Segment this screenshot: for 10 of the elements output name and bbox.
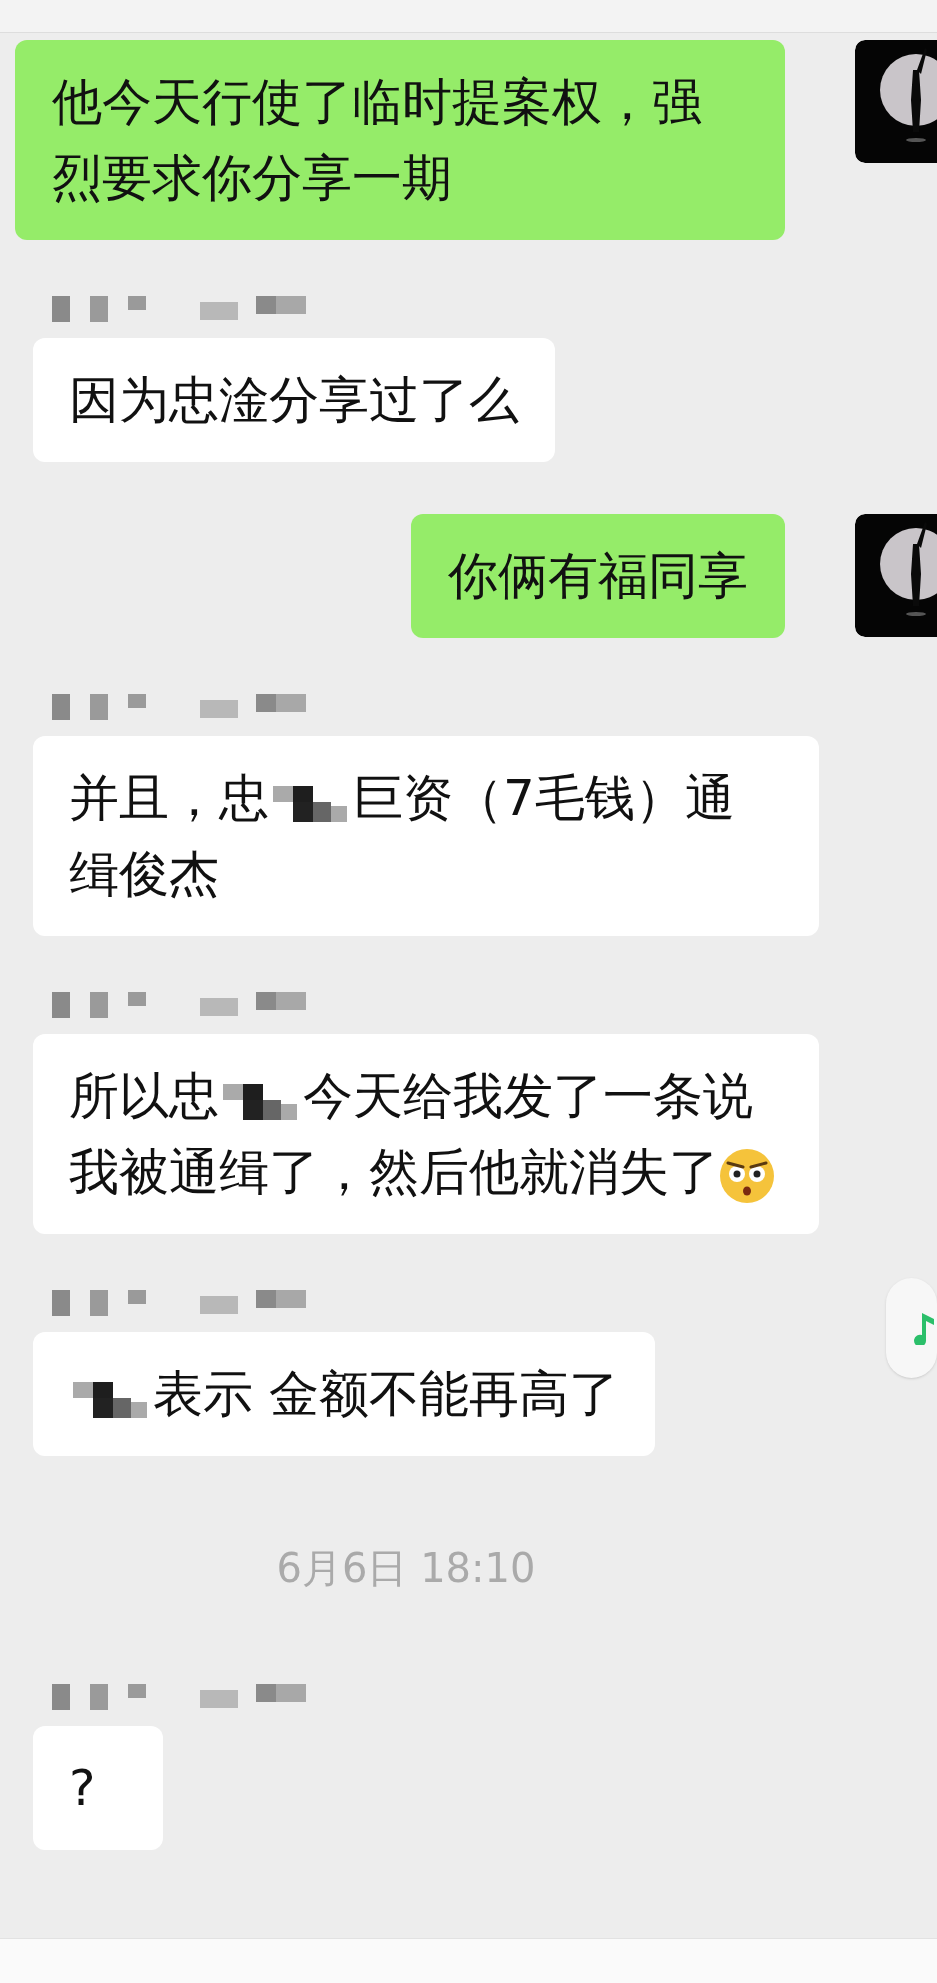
message-bubble: 因为忠淦分享过了么 <box>33 338 555 462</box>
message-bubble: 他今天行使了临时提案权，强烈要求你分享一期 <box>15 40 785 240</box>
message-bubble: 并且，忠 巨资（7毛钱）通缉俊杰 <box>33 736 819 936</box>
timestamp: 6月6日 18:10 <box>276 1544 536 1593</box>
message-bubble: 你俩有福同享 <box>411 514 785 638</box>
music-note-icon <box>914 1311 936 1345</box>
message-bubble: ? <box>33 1726 163 1850</box>
message-bubble: 表示 金额不能再高了 <box>33 1332 655 1456</box>
flushed-face-icon <box>719 1147 775 1204</box>
message-bubble: 所以忠 今天给我发了一条说我被通缉了，然后他就消失了 <box>33 1034 819 1234</box>
